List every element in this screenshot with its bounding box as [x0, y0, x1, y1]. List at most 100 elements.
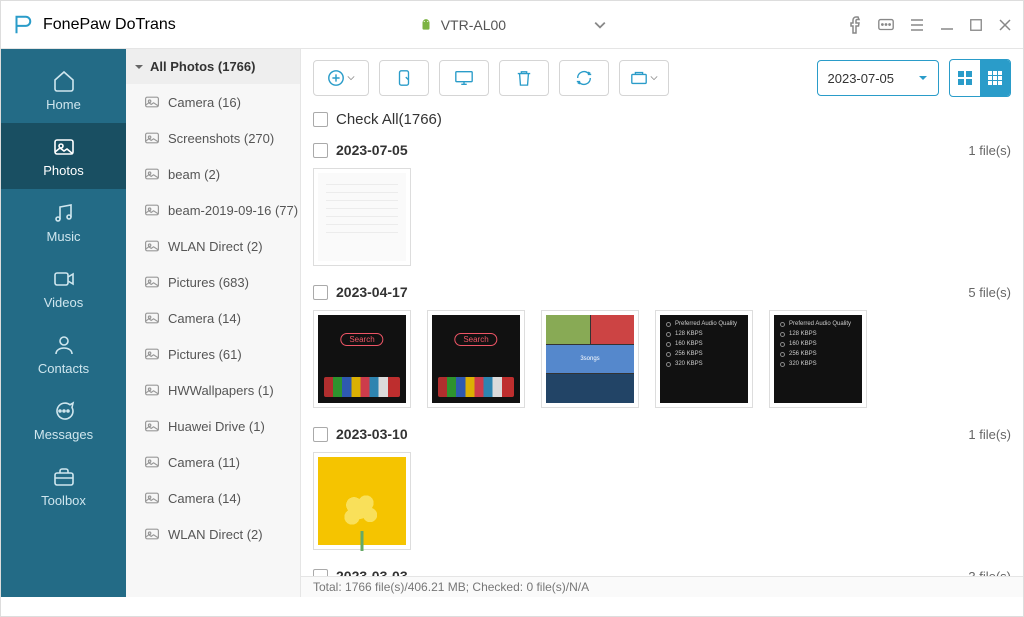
photos-icon: [52, 135, 76, 159]
picture-icon: [144, 202, 160, 218]
folder-item[interactable]: Camera (14): [126, 480, 300, 516]
group-count: 3 file(s): [968, 569, 1011, 577]
group-date: 2023-07-05: [336, 142, 408, 158]
view-grid-large-button[interactable]: [950, 60, 980, 96]
toolbox-icon: [52, 465, 76, 489]
album-icon: [630, 70, 648, 86]
group-count: 1 file(s): [968, 143, 1011, 158]
group-count: 5 file(s): [968, 285, 1011, 300]
contacts-icon: [52, 333, 76, 357]
folder-item[interactable]: Screenshots (270): [126, 120, 300, 156]
folder-item[interactable]: Camera (16): [126, 84, 300, 120]
group-date: 2023-03-10: [336, 426, 408, 442]
facebook-icon[interactable]: [849, 16, 863, 34]
sidebar-item-messages[interactable]: Messages: [1, 387, 126, 453]
picture-icon: [144, 310, 160, 326]
group-checkbox[interactable]: [313, 285, 328, 300]
sidebar: Home Photos Music Videos Contacts Messag…: [1, 49, 126, 597]
minimize-icon[interactable]: [939, 17, 955, 33]
picture-icon: [144, 346, 160, 362]
photo-thumbnail[interactable]: Preferred Audio Quality128 KBPS160 KBPS2…: [655, 310, 753, 408]
photo-thumbnail[interactable]: [313, 168, 411, 266]
sidebar-item-videos[interactable]: Videos: [1, 255, 126, 321]
picture-icon: [144, 238, 160, 254]
folder-panel: All Photos (1766) Camera (16)Screenshots…: [126, 49, 301, 597]
photo-thumbnail[interactable]: Preferred Audio Quality128 KBPS160 KBPS2…: [769, 310, 867, 408]
chevron-down-icon: [347, 74, 355, 82]
sidebar-item-music[interactable]: Music: [1, 189, 126, 255]
folder-item[interactable]: Camera (11): [126, 444, 300, 480]
group-date: 2023-03-03: [336, 568, 408, 576]
chevron-down-icon: [594, 19, 606, 31]
picture-icon: [144, 454, 160, 470]
app-logo-icon: [11, 14, 33, 36]
view-toggle: [949, 59, 1011, 97]
photo-thumbnail[interactable]: 3songs: [541, 310, 639, 408]
trash-icon: [516, 69, 532, 87]
sidebar-item-home[interactable]: Home: [1, 57, 126, 123]
toolbar: 2023-07-05: [301, 49, 1023, 107]
menu-icon[interactable]: [909, 17, 925, 33]
refresh-icon: [575, 69, 593, 87]
folder-item[interactable]: WLAN Direct (2): [126, 516, 300, 552]
group-date: 2023-04-17: [336, 284, 408, 300]
plus-icon: [327, 69, 345, 87]
folder-item[interactable]: HWWallpapers (1): [126, 372, 300, 408]
videos-icon: [52, 267, 76, 291]
pc-icon: [454, 69, 474, 87]
android-icon: [419, 18, 433, 32]
export-to-device-button[interactable]: [379, 60, 429, 96]
delete-button[interactable]: [499, 60, 549, 96]
device-name: VTR-AL00: [441, 17, 506, 33]
feedback-icon[interactable]: [877, 16, 895, 34]
check-all-label: Check All(1766): [336, 111, 442, 128]
picture-icon: [144, 166, 160, 182]
export-to-pc-button[interactable]: [439, 60, 489, 96]
home-icon: [52, 69, 76, 93]
statusbar: Total: 1766 file(s)/406.21 MB; Checked: …: [301, 576, 1023, 597]
folder-item[interactable]: WLAN Direct (2): [126, 228, 300, 264]
group-checkbox[interactable]: [313, 569, 328, 577]
sidebar-item-contacts[interactable]: Contacts: [1, 321, 126, 387]
photo-thumbnail[interactable]: [313, 310, 411, 408]
folder-item[interactable]: beam-2019-09-16 (77): [126, 192, 300, 228]
group-checkbox[interactable]: [313, 143, 328, 158]
caret-down-icon: [134, 62, 144, 72]
close-icon[interactable]: [997, 17, 1013, 33]
refresh-button[interactable]: [559, 60, 609, 96]
picture-icon: [144, 490, 160, 506]
check-all-checkbox[interactable]: [313, 112, 328, 127]
picture-icon: [144, 418, 160, 434]
photo-area[interactable]: 2023-07-05 1 file(s) 2023-04-17 5 file(s) 3s…: [301, 138, 1023, 576]
folder-header[interactable]: All Photos (1766): [126, 49, 300, 84]
folder-item[interactable]: beam (2): [126, 156, 300, 192]
picture-icon: [144, 274, 160, 290]
group-checkbox[interactable]: [313, 427, 328, 442]
folder-item[interactable]: Pictures (683): [126, 264, 300, 300]
folder-item[interactable]: Camera (14): [126, 300, 300, 336]
photo-thumbnail[interactable]: [313, 452, 411, 550]
device-selector[interactable]: VTR-AL00: [419, 17, 606, 33]
app-title: FonePaw DoTrans: [43, 16, 176, 34]
album-button[interactable]: [619, 60, 669, 96]
sidebar-item-toolbox[interactable]: Toolbox: [1, 453, 126, 519]
date-filter[interactable]: 2023-07-05: [817, 60, 940, 96]
folder-item[interactable]: Huawei Drive (1): [126, 408, 300, 444]
chevron-down-icon: [650, 74, 658, 82]
grid-large-icon: [957, 70, 973, 86]
maximize-icon[interactable]: [969, 18, 983, 32]
photo-thumbnail[interactable]: [427, 310, 525, 408]
sidebar-item-photos[interactable]: Photos: [1, 123, 126, 189]
picture-icon: [144, 94, 160, 110]
caret-down-icon: [918, 73, 928, 83]
view-grid-small-button[interactable]: [980, 60, 1010, 96]
music-icon: [52, 201, 76, 225]
picture-icon: [144, 382, 160, 398]
device-icon: [395, 69, 413, 87]
folder-item[interactable]: Pictures (61): [126, 336, 300, 372]
add-button[interactable]: [313, 60, 369, 96]
picture-icon: [144, 526, 160, 542]
grid-small-icon: [987, 70, 1003, 86]
messages-icon: [52, 399, 76, 423]
picture-icon: [144, 130, 160, 146]
